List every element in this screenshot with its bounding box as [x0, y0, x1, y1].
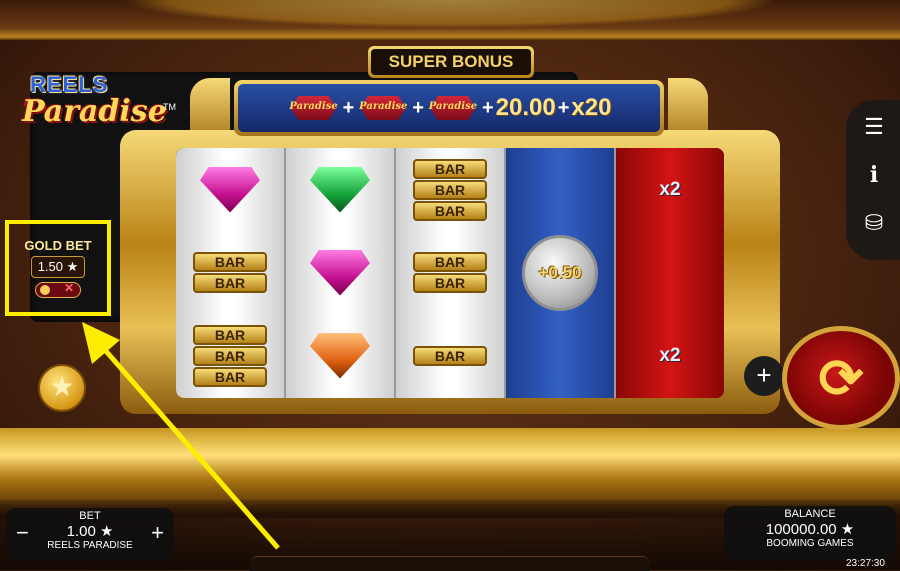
info-icon[interactable]: i	[856, 162, 892, 188]
bar-icon: BAR	[193, 345, 267, 366]
pink-gem-icon	[310, 249, 370, 296]
symbol-pink-gem	[176, 148, 284, 231]
super-bonus-multiplier: x20	[571, 94, 612, 121]
reel-4-coin: +0.50	[506, 148, 616, 398]
symbol-triple-bar: BAR BAR BAR	[176, 314, 284, 397]
top-ornament	[0, 0, 900, 40]
plus-sign: +	[342, 96, 355, 119]
reel-1: BAR BAR BAR BAR BAR	[176, 148, 286, 398]
reels-window: BAR BAR BAR BAR BAR BAR BAR BAR BAR BAR …	[176, 148, 724, 398]
game-name: REELS PARADISE	[47, 540, 133, 551]
super-bonus-tab: SUPER BONUS	[368, 46, 534, 78]
gold-bet-toggle[interactable]: ✕	[35, 281, 81, 298]
symbol-triple-bar: BAR BAR BAR	[396, 148, 504, 231]
close-icon: ✕	[63, 281, 74, 295]
balance-label: BALANCE	[784, 508, 836, 520]
gold-bet-value: 1.50 ★	[30, 256, 86, 278]
symbol-orange-gem	[286, 314, 394, 397]
mini-logo-3: Paradise	[426, 93, 480, 123]
green-gem-icon	[310, 166, 370, 213]
toggle-knob	[40, 285, 50, 295]
bar-icon: BAR	[413, 273, 487, 293]
coins-icon[interactable]: ⛁	[856, 210, 892, 236]
game-logo: REELS Paradise TM	[8, 72, 578, 322]
pink-gem-icon	[200, 166, 260, 213]
clock: 23:27:30	[846, 558, 885, 569]
super-bonus-label: SUPER BONUS	[371, 49, 531, 75]
reel-2	[286, 148, 396, 398]
bar-icon: BAR	[193, 252, 267, 272]
balance-panel: BALANCE 100000.00 ★ BOOMING GAMES	[724, 506, 896, 560]
symbol-double-bar: BAR BAR	[176, 231, 284, 314]
plus-sign: +	[412, 96, 424, 119]
gold-bet-title: GOLD BET	[24, 238, 92, 253]
mini-logo-1: Paradise	[287, 93, 341, 123]
brand-name: BOOMING GAMES	[766, 538, 854, 549]
bet-increase-button[interactable]: +	[744, 356, 784, 396]
bar-icon: BAR	[413, 345, 487, 366]
multiplier-text: x2	[659, 345, 681, 366]
coin-icon: +0.50	[522, 234, 598, 311]
bar-icon: BAR	[413, 158, 487, 179]
symbol-multiplier: x2	[616, 314, 724, 398]
symbol-coin: +0.50	[506, 231, 614, 314]
balance-value: 100000.00 ★	[765, 521, 855, 538]
menu-icon[interactable]: ☰	[856, 114, 892, 140]
orange-gem-icon	[310, 332, 370, 379]
bet-minus-button[interactable]: −	[16, 520, 29, 546]
reel-3: BAR BAR BAR BAR BAR BAR	[396, 148, 506, 398]
reel-5-multiplier: x2 x2	[616, 148, 724, 398]
bet-panel: − + BET 1.00 ★ REELS PARADISE	[6, 508, 174, 560]
plus-sign: +	[557, 96, 570, 119]
plus-sign: +	[481, 96, 494, 119]
bar-icon: BAR	[193, 366, 267, 387]
mini-logo-2: Paradise	[356, 93, 410, 123]
bar-icon: BAR	[413, 252, 487, 272]
logo-paradise-text: Paradise	[22, 94, 167, 129]
symbol-single-bar: BAR	[396, 314, 504, 397]
star-button[interactable]: ★	[38, 364, 86, 412]
symbol-multiplier: x2	[616, 148, 724, 232]
symbol-pink-gem	[286, 231, 394, 314]
symbol-green-gem	[286, 148, 394, 231]
side-menu: ☰ i ⛁	[846, 100, 900, 260]
bar-icon: BAR	[413, 179, 487, 200]
logo-tm: TM	[163, 102, 176, 112]
gold-bet-panel[interactable]: GOLD BET 1.50 ★ ✕	[16, 238, 100, 302]
center-tab	[250, 556, 650, 571]
bar-icon: BAR	[193, 273, 267, 293]
bar-icon: BAR	[413, 200, 487, 221]
bet-label: BET	[79, 510, 101, 522]
super-bonus-panel: Paradise + Paradise + Paradise + 20.00 +…	[234, 80, 664, 136]
bet-plus-button[interactable]: +	[151, 520, 164, 546]
bar-icon: BAR	[193, 324, 267, 345]
symbol-double-bar: BAR BAR	[396, 231, 504, 314]
arrow-head	[82, 322, 120, 364]
bet-value: 1.00 ★	[66, 523, 114, 540]
spin-button[interactable]: ⟳	[782, 326, 900, 430]
multiplier-text: x2	[659, 179, 681, 200]
super-bonus-amount: 20.00	[495, 94, 556, 121]
